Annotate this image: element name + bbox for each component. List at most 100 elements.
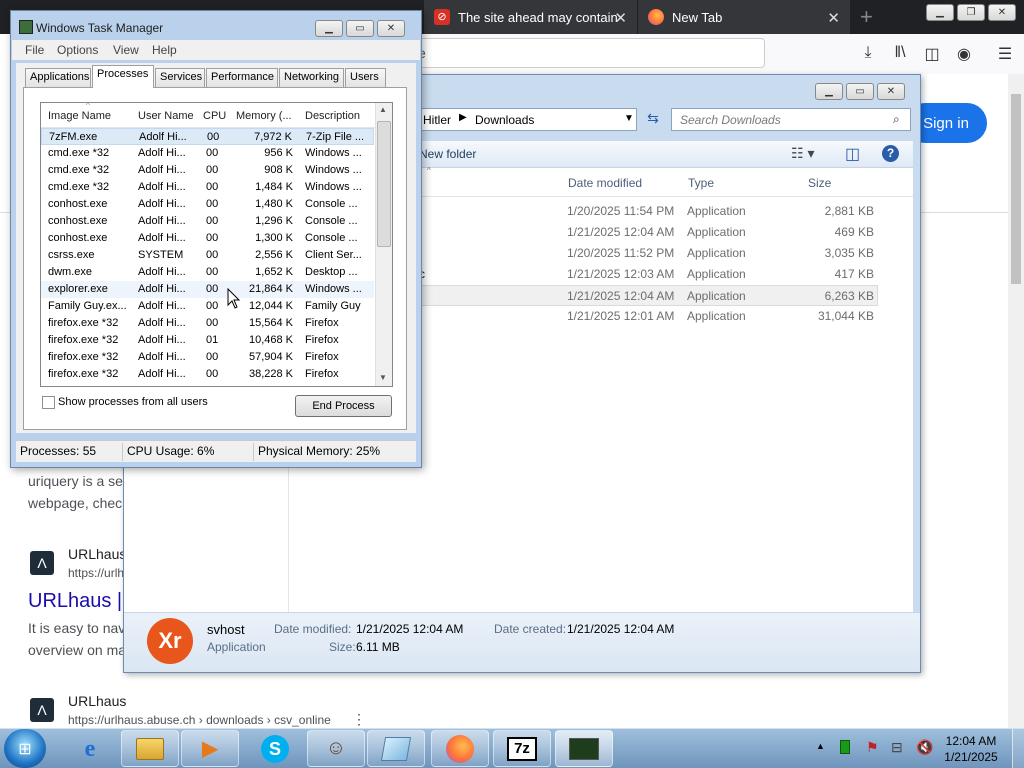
tab-warning[interactable]: ⊘ The site ahead may contain h ✕ [424,0,637,34]
action-center-icon[interactable]: ⚑ [866,739,879,756]
file-row[interactable]: 1/20/2025 11:52 PM Application 3,035 KB [418,243,878,264]
taskbar-family-guy[interactable]: ☺ [307,730,365,767]
volume-muted-icon[interactable]: 🔇 [916,739,933,756]
column-size[interactable]: Size [808,176,831,190]
minimize-button[interactable]: ▁ [315,20,343,37]
process-row[interactable]: csrss.exe SYSTEM 00 2,556 K Client Ser... [41,247,374,264]
show-all-users-checkbox[interactable] [42,396,55,409]
menu-options[interactable]: Options [57,43,98,57]
process-row[interactable]: cmd.exe *32 Adolf Hi... 00 1,484 K Windows .… [41,179,374,196]
column-user-name[interactable]: User Name [138,110,194,122]
breadcrumb-chevron-icon[interactable]: ▶ [459,112,467,123]
download-icon[interactable]: ⤓ [859,44,877,62]
file-row[interactable]: c 1/21/2025 12:03 AM Application 417 KB [418,264,878,285]
menu-help[interactable]: Help [152,43,177,57]
sidebar-icon[interactable]: ◫ [923,44,941,63]
preview-pane-icon[interactable]: ◫ [845,144,860,164]
process-row[interactable]: conhost.exe Adolf Hi... 00 1,300 K Console .… [41,230,374,247]
process-row-selected[interactable]: 7zFM.exe Adolf Hi... 00 7,972 K 7-Zip File .… [41,128,374,145]
view-options-icon[interactable]: ☷ ▾ [791,145,814,162]
taskbar-skype[interactable]: S [245,731,305,767]
taskbar-file-explorer[interactable] [121,730,179,767]
search-icon[interactable]: ⌕ [893,112,900,127]
show-hidden-icons[interactable]: ▲ [816,741,825,751]
account-icon[interactable]: ◉ [955,44,973,63]
close-button[interactable]: ✕ [988,4,1016,21]
new-tab-button[interactable]: + [860,4,873,30]
tab-services[interactable]: Services [155,68,205,87]
column-memory[interactable]: Memory (... [236,110,292,122]
menu-file[interactable]: File [25,43,44,57]
maximize-button[interactable]: ❐ [957,4,985,21]
show-all-users-label[interactable]: Show processes from all users [58,396,208,408]
file-row[interactable]: 1/20/2025 11:54 PM Application 2,881 KB [418,201,878,222]
maximize-button[interactable]: ▭ [846,83,874,100]
scroll-down-icon[interactable]: ▼ [379,373,387,382]
close-button[interactable]: ✕ [377,20,405,37]
end-process-button[interactable]: End Process [295,395,392,417]
close-tab-icon[interactable]: ✕ [614,9,627,27]
file-row-selected[interactable]: 1/21/2025 12:04 AM Application 6,263 KB [418,285,878,306]
column-image-name[interactable]: Image Name [48,110,111,122]
taskbar-firefox[interactable] [431,730,489,767]
process-row[interactable]: firefox.exe *32 Adolf Hi... 00 57,904 K Fire… [41,349,374,366]
process-row[interactable]: Family Guy.ex... Adolf Hi... 00 12,044 K Fam… [41,298,374,315]
taskbar-task-manager[interactable] [555,730,613,767]
breadcrumb-hitler[interactable]: Hitler [423,113,451,127]
show-desktop-button[interactable] [1012,729,1024,768]
taskbar-media-player[interactable]: ▶ [181,730,239,767]
tab-performance[interactable]: Performance [206,68,278,87]
help-icon[interactable]: ? [882,145,899,162]
network-icon[interactable]: ⊟ [891,739,903,756]
taskbar-notepad[interactable] [367,730,425,767]
close-tab-icon[interactable]: ✕ [827,9,840,27]
process-row[interactable]: cmd.exe *32 Adolf Hi... 00 908 K Windows ... [41,162,374,179]
maximize-button[interactable]: ▭ [346,20,374,37]
result-title-link[interactable]: URLhaus | [28,590,122,613]
taskbar-7zip[interactable]: 7z [493,730,551,767]
new-folder-button[interactable]: New folder [419,147,476,161]
file-row[interactable]: 1/21/2025 12:04 AM Application 469 KB [418,222,878,243]
more-options-icon[interactable]: ⋮ [352,711,366,728]
tab-processes[interactable]: Processes [92,65,154,88]
start-button[interactable]: ⊞ [4,729,46,768]
refresh-icon[interactable]: ⇆ [643,110,663,129]
process-row[interactable]: conhost.exe Adolf Hi... 00 1,296 K Console .… [41,213,374,230]
file-row[interactable]: 1/21/2025 12:01 AM Application 31,044 KB [418,306,878,327]
breadcrumb-downloads[interactable]: Downloads [475,113,534,127]
menu-icon[interactable]: ☰ [996,44,1014,63]
url-bar[interactable]: e [405,38,765,68]
tab-users[interactable]: Users [345,68,386,87]
process-row-hover[interactable]: explorer.exe Adolf Hi... 00 21,864 K Windows… [41,281,374,298]
minimize-button[interactable]: ▁ [926,4,954,21]
battery-icon[interactable] [840,740,850,754]
process-row[interactable]: cmd.exe *32 Adolf Hi... 00 956 K Windows ... [41,145,374,162]
tab-new-tab[interactable]: New Tab ✕ [638,0,850,34]
page-scrollbar[interactable] [1008,74,1024,728]
address-dropdown-icon[interactable]: ▼ [624,113,634,124]
process-row[interactable]: conhost.exe Adolf Hi... 00 1,480 K Console .… [41,196,374,213]
column-date-modified[interactable]: Date modified [568,176,642,190]
close-button[interactable]: ✕ [877,83,905,100]
menu-view[interactable]: View [113,43,139,57]
scrollbar-thumb[interactable] [377,121,391,247]
search-downloads-input[interactable]: Search Downloads ⌕ [671,108,911,131]
library-icon[interactable]: ‖\ [891,44,909,62]
scroll-up-icon[interactable]: ▲ [379,105,387,114]
process-row[interactable]: firefox.exe *32 Adolf Hi... 01 10,468 K Fire… [41,332,374,349]
minimize-button[interactable]: ▁ [815,83,843,100]
taskbar-internet-explorer[interactable]: e [62,731,118,767]
result-site-name[interactable]: URLhaus [68,546,126,562]
result-site-name[interactable]: URLhaus [68,693,126,709]
result-url[interactable]: https://urlhaus.abuse.ch › downloads › c… [68,713,331,727]
column-description[interactable]: Description [305,110,360,122]
tab-applications[interactable]: Applications [25,68,91,87]
system-clock[interactable]: 12:04 AM 1/21/2025 [940,733,1002,765]
result-url[interactable]: https://urlh [68,566,124,580]
scrollbar-thumb[interactable] [1011,94,1021,284]
column-type[interactable]: Type [688,176,714,190]
tab-networking[interactable]: Networking [279,68,344,87]
process-row[interactable]: dwm.exe Adolf Hi... 00 1,652 K Desktop ... [41,264,374,281]
process-list-scrollbar[interactable]: ▲ ▼ [375,103,392,386]
column-cpu[interactable]: CPU [203,110,226,122]
